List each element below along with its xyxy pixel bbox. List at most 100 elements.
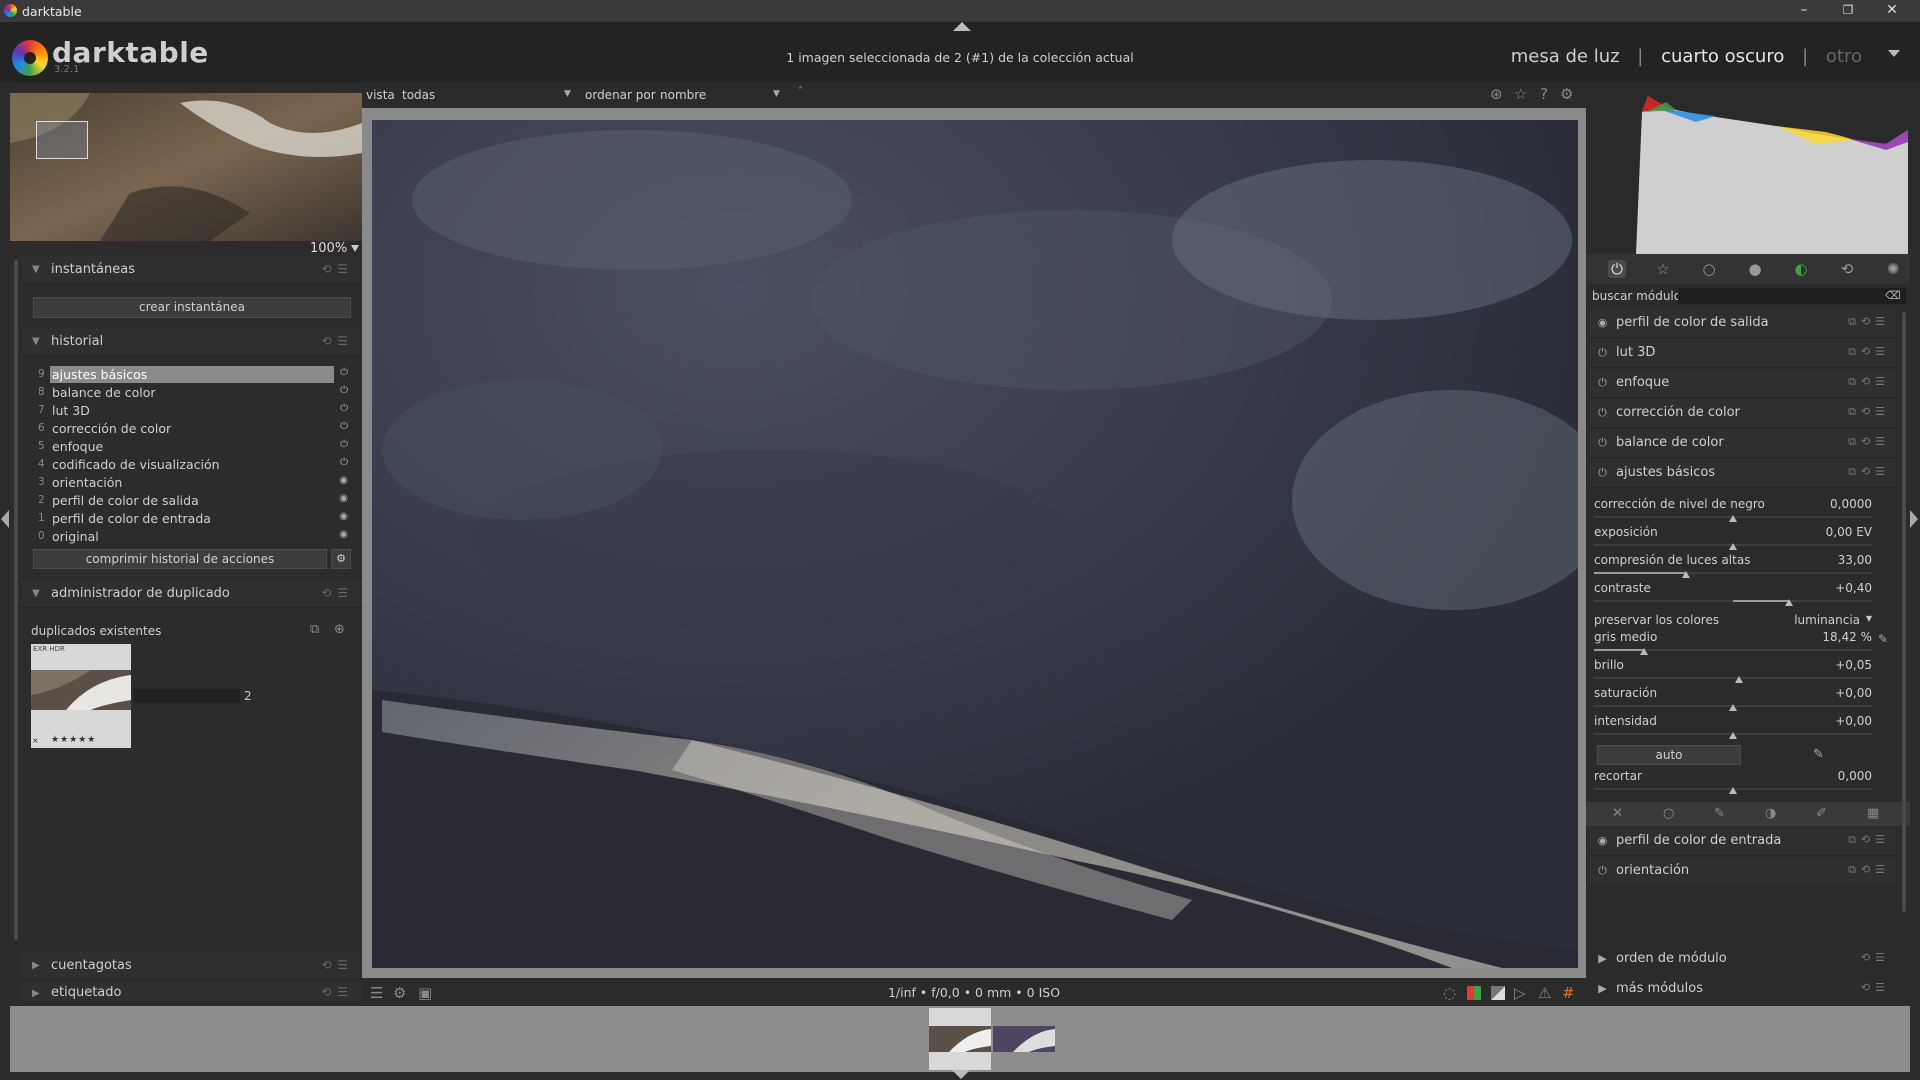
duplicate-thumbnail[interactable]: EXR HDR × ★★★★★ (31, 644, 131, 748)
sort-dropdown-icon[interactable]: ▼ (773, 89, 780, 99)
slider-knob[interactable] (1640, 648, 1648, 655)
module-header[interactable]: ⏻ enfoque ⧉⟲☰ (1590, 369, 1896, 398)
module-actions-icons[interactable]: ⧉⟲☰ (1848, 315, 1890, 329)
module-power-icon[interactable]: ⏻ (1596, 406, 1609, 419)
blend-parametric-mask-icon[interactable]: ◑ (1765, 806, 1776, 821)
restore-button[interactable]: ❐ (1826, 0, 1870, 22)
view-lighttable[interactable]: mesa de luz (1511, 46, 1620, 67)
create-snapshot-button[interactable]: crear instantánea (33, 297, 351, 318)
module-power-icon[interactable]: ⏻ (1596, 436, 1609, 449)
guides-icon[interactable]: # (1562, 984, 1575, 1002)
history-item[interactable]: 4 codificado de visualización ⏻ (34, 456, 354, 474)
help-icon[interactable]: ? (1540, 85, 1548, 103)
raw-overexposed-icon[interactable]: ▷ (1514, 984, 1526, 1002)
sort-direction-toggle[interactable]: ˄ (798, 86, 803, 97)
module-icons[interactable]: ⟲☰ (321, 958, 354, 972)
module-header[interactable]: ◉ perfil de color de entrada ⧉⟲☰ (1590, 827, 1896, 856)
auto-picker-icon[interactable]: ✎ (1813, 747, 1824, 762)
slider-knob[interactable] (1785, 599, 1793, 606)
history-item[interactable]: 7 lut 3D ⏻ (34, 402, 354, 420)
histogram[interactable] (1586, 82, 1910, 254)
navigator-viewport-frame[interactable] (36, 121, 88, 159)
module-actions-icons[interactable]: ⧉⟲☰ (1848, 405, 1890, 419)
navigator-thumbnail[interactable] (10, 93, 362, 241)
slider[interactable]: compresión de luces altas 33,00 (1594, 553, 1872, 581)
base-group-icon[interactable]: ○ (1700, 260, 1718, 278)
favorites-group-icon[interactable]: ☆ (1654, 260, 1672, 278)
clip-slider[interactable]: recortar 0,000 (1594, 769, 1872, 797)
clear-search-icon[interactable]: ⌫ (1885, 289, 1901, 302)
slider[interactable]: saturación +0,00 (1594, 686, 1872, 714)
module-actions-icons[interactable]: ⧉⟲☰ (1848, 345, 1890, 359)
snapshots-header[interactable]: ▼ instantáneas ⟲☰ (22, 256, 362, 284)
slider-knob[interactable] (1729, 515, 1737, 522)
collapse-left-panel-icon[interactable] (1, 510, 9, 528)
filmstrip-thumb[interactable] (993, 1026, 1055, 1052)
navigator-zoom[interactable]: 100% (310, 241, 347, 256)
module-header[interactable]: ⏻ orientación ⧉⟲☰ (1590, 857, 1896, 886)
module-actions-icons[interactable]: ⧉⟲☰ (1848, 833, 1890, 847)
slider-knob[interactable] (1729, 732, 1737, 739)
history-item[interactable]: 6 corrección de color ⏻ (34, 420, 354, 438)
history-item[interactable]: 1 perfil de color de entrada ◉ (34, 510, 354, 528)
softproof-icon[interactable] (1467, 986, 1481, 1000)
more-modules-header[interactable]: ▶ más módulos ⟲☰ (1590, 975, 1896, 1004)
color-labels-icon[interactable]: ⊛ (1490, 85, 1503, 103)
module-header[interactable]: ⏻ lut 3D ⧉⟲☰ (1590, 339, 1896, 368)
blend-raster-mask-icon[interactable]: ▦ (1867, 806, 1879, 821)
search-module-input[interactable] (1678, 288, 1906, 304)
slider[interactable]: exposición 0,00 EV (1594, 525, 1872, 553)
slider-knob[interactable] (1729, 543, 1737, 550)
module-power-icon[interactable]: ⏻ (1596, 864, 1609, 877)
history-item[interactable]: 5 enfoque ⏻ (34, 438, 354, 456)
history-item[interactable]: 0 original ◉ (34, 528, 354, 546)
blend-drawn-mask-icon[interactable]: ✎ (1714, 806, 1725, 821)
close-button[interactable]: ✕ (1870, 0, 1914, 22)
reject-icon[interactable]: × (32, 736, 39, 745)
module-header[interactable]: ⏻ ajustes básicos ⧉⟲☰ (1590, 459, 1896, 488)
slider[interactable]: gris medio 18,42 % (1594, 630, 1872, 658)
module-icons[interactable]: ⟲☰ (321, 334, 354, 348)
history-header[interactable]: ▼ historial ⟲☰ (22, 328, 362, 356)
gamut-check-icon[interactable] (1491, 986, 1505, 1000)
slider-knob[interactable] (1682, 571, 1690, 578)
duplicate-name-field[interactable] (134, 689, 240, 703)
slider-knob[interactable] (1729, 787, 1737, 794)
module-icons[interactable]: ⟲☰ (321, 586, 354, 600)
filmstrip-thumb-selected[interactable] (929, 1008, 991, 1070)
module-icons[interactable]: ⟲☰ (1861, 981, 1890, 994)
view-other[interactable]: otro (1826, 46, 1862, 67)
slider[interactable]: brillo +0,05 (1594, 658, 1872, 686)
module-power-icon[interactable]: ◉ (1596, 834, 1609, 847)
compress-history-button[interactable]: comprimir historial de acciones (33, 549, 327, 569)
main-image[interactable] (372, 120, 1578, 968)
blend-uniform-icon[interactable]: ○ (1663, 806, 1674, 821)
blend-drawn-parametric-icon[interactable]: ✐ (1816, 806, 1827, 821)
middle-grey-picker-icon[interactable]: ✎ (1878, 632, 1888, 646)
collapse-right-panel-icon[interactable] (1910, 510, 1918, 528)
zoom-dropdown-icon[interactable] (351, 245, 359, 252)
iso12646-icon[interactable]: ◌ (1443, 984, 1456, 1002)
slider[interactable]: corrección de nivel de negro 0,0000 (1594, 497, 1872, 525)
slider-knob[interactable] (1735, 676, 1743, 683)
preferences-gear-icon[interactable]: ⚙ (1560, 85, 1573, 103)
auto-button[interactable]: auto (1597, 745, 1741, 765)
history-item[interactable]: 8 balance de color ⏻ (34, 384, 354, 402)
module-icons[interactable]: ⟲☰ (321, 985, 354, 999)
module-header[interactable]: ⏻ balance de color ⧉⟲☰ (1590, 429, 1896, 458)
module-order-header[interactable]: ▶ orden de módulo ⟲☰ (1590, 945, 1896, 974)
history-item[interactable]: 9 ajustes básicos ⏻ (34, 366, 354, 384)
view-filter-dropdown-icon[interactable]: ▼ (564, 89, 571, 99)
duplicates-header[interactable]: ▼ administrador de duplicado ⟲☰ (22, 580, 362, 608)
star-rating[interactable]: ★★★★★ (51, 735, 96, 745)
duplicate-copy-icon[interactable]: ⧉ (310, 622, 319, 637)
view-filter-select[interactable]: todas (402, 88, 435, 102)
module-actions-icons[interactable]: ⧉⟲☰ (1848, 465, 1890, 479)
module-power-icon[interactable]: ⏻ (1596, 346, 1609, 359)
module-header[interactable]: ⏻ corrección de color ⧉⟲☰ (1590, 399, 1896, 428)
star-icon[interactable]: ☆ (1514, 85, 1527, 103)
top-panel-toggle-icon[interactable] (953, 22, 971, 31)
correct-group-icon[interactable]: ⟲ (1838, 260, 1856, 278)
module-header[interactable]: ◉ perfil de color de salida ⧉⟲☰ (1590, 309, 1896, 338)
bottom-panel-toggle-icon[interactable] (952, 1070, 970, 1079)
